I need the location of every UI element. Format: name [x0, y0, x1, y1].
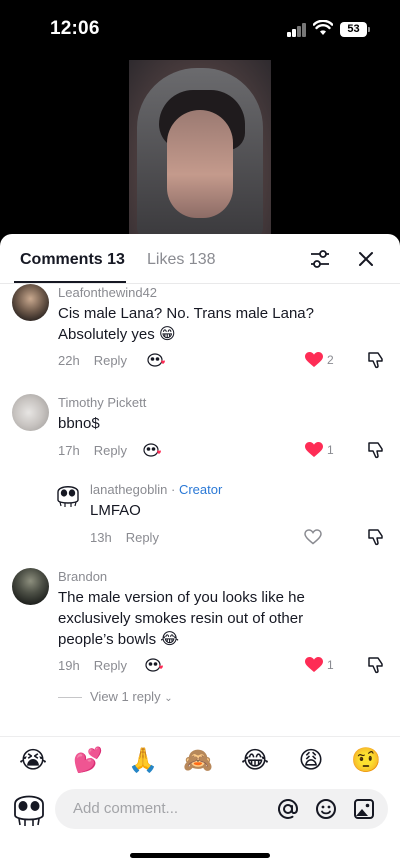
emoji-button[interactable]: 🙈 [178, 746, 218, 775]
view-replies-button[interactable]: View 1 reply ⌄ [58, 689, 173, 704]
like-heart-icon[interactable] [305, 352, 323, 368]
avatar[interactable] [12, 791, 46, 827]
comment-username[interactable]: Timothy Pickett [58, 395, 146, 410]
avatar[interactable] [12, 394, 49, 431]
sticker-reply-icon[interactable] [143, 442, 165, 458]
image-icon[interactable] [353, 798, 375, 820]
emoji-button[interactable]: 😩 [291, 746, 331, 775]
like-heart-icon[interactable] [305, 442, 323, 458]
signal-icon [287, 23, 307, 37]
emoji-button[interactable]: 😂 [235, 746, 275, 775]
chevron-down-icon: ⌄ [164, 693, 173, 704]
status-time: 12:06 [50, 18, 100, 39]
comments-sheet: Comments 13 Likes 138 Leafonthewind42 Ci… [0, 234, 400, 866]
comment-meta: 13h Reply [90, 530, 159, 545]
comment-input-row: Add comment... [0, 787, 400, 833]
reply-button[interactable]: Reply [126, 530, 159, 545]
sticker-reply-icon[interactable] [147, 352, 169, 368]
like-heart-icon[interactable] [305, 657, 323, 673]
like-count: 2 [327, 353, 334, 367]
emoji-button[interactable]: 🤨 [346, 746, 386, 775]
close-icon[interactable] [355, 248, 377, 270]
emoji-quick-bar: 😭 💕 🙏 🙈 😂 😩 🤨 [0, 742, 400, 782]
comment-meta: 22h Reply [58, 353, 127, 368]
active-tab-indicator [14, 281, 126, 283]
comment-time: 17h [58, 443, 80, 458]
grin-emoji: 😁 [158, 326, 176, 343]
avatar[interactable] [55, 482, 81, 508]
emoji-button[interactable]: 💕 [68, 746, 108, 775]
emoji-button[interactable]: 😭 [13, 746, 53, 775]
home-indicator [130, 853, 270, 858]
comment-time: 13h [90, 530, 112, 545]
sticker-reply-icon[interactable] [145, 657, 167, 673]
comment-input-placeholder: Add comment... [73, 800, 179, 817]
comment-meta: 19h Reply [58, 658, 127, 673]
comment-username[interactable]: lanathegoblin · Creator [90, 482, 222, 497]
emoji-picker-icon[interactable] [315, 798, 337, 820]
emoji-button[interactable]: 🙏 [123, 746, 163, 775]
dislike-icon[interactable] [366, 528, 384, 546]
avatar[interactable] [12, 284, 49, 321]
comment-text: Cis male Lana? No. Trans male Lana? Abso… [58, 305, 314, 343]
comment-meta: 17h Reply [58, 443, 127, 458]
tab-comments[interactable]: Comments 13 [20, 251, 125, 269]
like-count: 1 [327, 658, 334, 672]
creator-badge: Creator [178, 482, 223, 497]
reply-button[interactable]: Reply [94, 443, 127, 458]
dislike-icon[interactable] [366, 441, 384, 459]
dislike-icon[interactable] [366, 656, 384, 674]
mention-icon[interactable] [277, 798, 299, 820]
dislike-icon[interactable] [366, 351, 384, 369]
like-heart-outline-icon[interactable] [304, 529, 322, 545]
comment-text: bbno$ [58, 415, 100, 432]
comment-input[interactable]: Add comment... [55, 789, 388, 829]
avatar[interactable] [12, 568, 49, 605]
laughing-emoji: 😂 [160, 631, 179, 648]
comment-username[interactable]: Brandon [58, 569, 107, 584]
reply-button[interactable]: Reply [94, 658, 127, 673]
battery-icon: 53 [340, 22, 367, 37]
filter-icon[interactable] [309, 248, 331, 270]
reply-button[interactable]: Reply [94, 353, 127, 368]
comment-username[interactable]: Leafonthewind42 [58, 285, 157, 300]
status-bar: 12:06 53 [0, 0, 400, 56]
comment-time: 22h [58, 353, 80, 368]
like-count: 1 [327, 443, 334, 457]
divider [0, 736, 400, 737]
wifi-icon [313, 20, 333, 35]
tab-likes[interactable]: Likes 138 [147, 251, 216, 269]
comment-time: 19h [58, 658, 80, 673]
comment-text: The male version of you looks like he ex… [58, 589, 305, 648]
comment-text: LMFAO [90, 502, 141, 519]
tab-bar: Comments 13 Likes 138 [0, 234, 400, 284]
video-thumbnail[interactable] [129, 60, 271, 242]
